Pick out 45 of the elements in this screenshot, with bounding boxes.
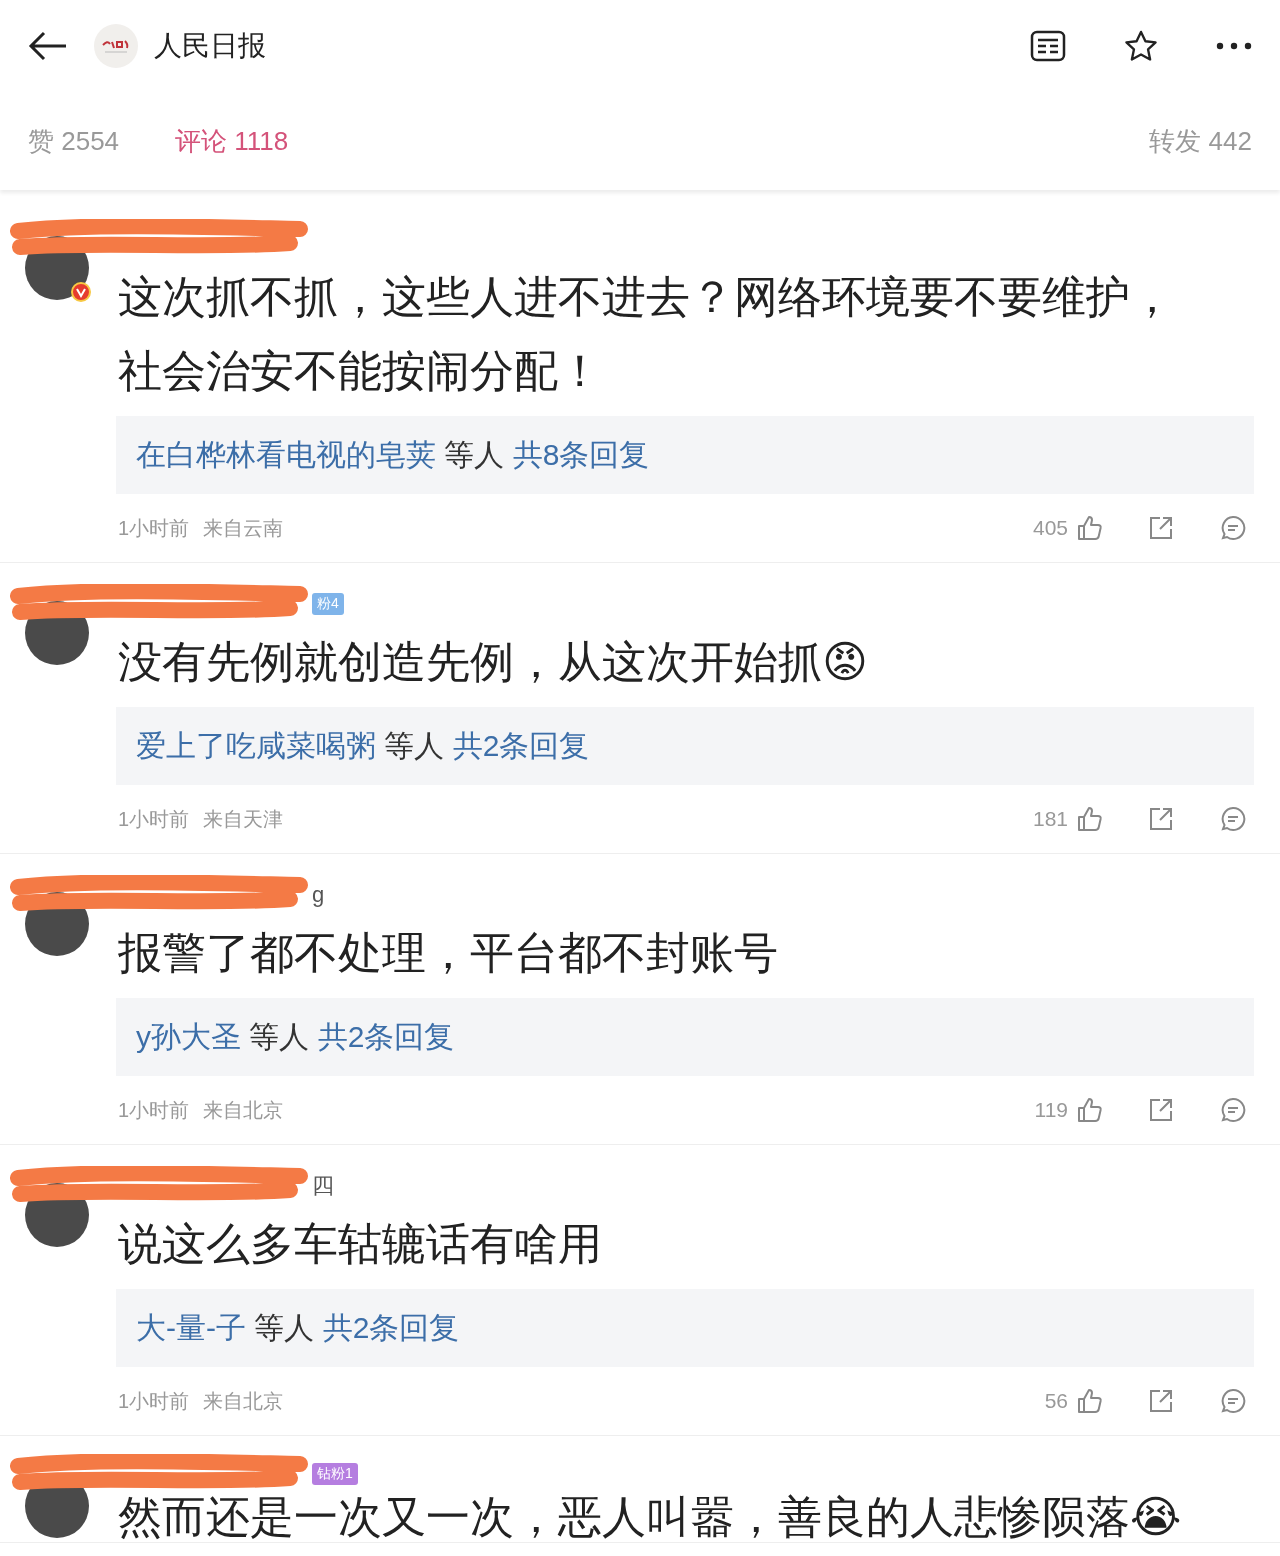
like-count: 181	[1032, 807, 1068, 831]
thumbs-up-icon[interactable]	[1076, 1388, 1102, 1414]
user-name: g	[312, 882, 325, 908]
article-icon[interactable]	[1030, 30, 1066, 62]
like-count: 405	[1032, 516, 1068, 540]
replies-link[interactable]: 爱上了吃咸菜喝粥 等人 共2条回复	[116, 707, 1254, 785]
thumbs-up-icon[interactable]	[1076, 515, 1102, 541]
user-name: 四	[312, 1172, 334, 1200]
share-icon[interactable]	[1148, 806, 1174, 832]
replies-link[interactable]: y孙大圣 等人 共2条回复	[116, 998, 1254, 1076]
comment-icon[interactable]	[1220, 1388, 1246, 1414]
like-count: 56	[1044, 1389, 1068, 1413]
comment-text: 然而还是一次又一次，恶人叫嚣，善良的人悲惨陨落😭	[118, 1492, 1183, 1542]
comment-icon[interactable]	[1220, 806, 1246, 832]
comment-text: 说这么多车轱辘话有啥用	[118, 1218, 603, 1270]
comment-text: 这次抓不抓，这些人进不进去？网络环境要不要维护，	[118, 271, 1175, 323]
comment-location: 来自北京	[203, 1097, 284, 1123]
star-icon[interactable]	[1123, 30, 1159, 62]
comment-time: 1小时前	[118, 1388, 190, 1414]
share-icon[interactable]	[1148, 515, 1174, 541]
comment-icon[interactable]	[1220, 515, 1246, 541]
tab[interactable]: 评论 1118	[175, 123, 289, 159]
fan-badge: 粉4	[312, 593, 344, 615]
comment-time: 1小时前	[118, 806, 190, 832]
share-icon[interactable]	[1148, 1097, 1174, 1123]
comment-time: 1小时前	[118, 515, 190, 541]
more-icon[interactable]	[1216, 42, 1252, 50]
replies-link[interactable]: 在白桦林看电视的皂荚 等人 共8条回复	[116, 416, 1254, 494]
share-icon[interactable]	[1148, 1388, 1174, 1414]
back-icon[interactable]	[28, 31, 68, 61]
comment-text: 没有先例就创造先例，从这次开始抓😡	[118, 636, 869, 688]
thumbs-up-icon[interactable]	[1076, 806, 1102, 832]
comment-location: 来自云南	[203, 515, 284, 541]
account-name: 人民日报	[154, 29, 266, 63]
logo-icon	[94, 24, 138, 68]
thumbs-up-icon[interactable]	[1076, 1097, 1102, 1123]
replies-link[interactable]: 大-量-子 等人 共2条回复	[116, 1289, 1254, 1367]
like-count: 119	[1034, 1098, 1068, 1122]
comment-time: 1小时前	[118, 1097, 190, 1123]
comment-text: 报警了都不处理，平台都不封账号	[118, 927, 779, 979]
comment-text: 社会治安不能按闹分配！	[118, 345, 603, 397]
comment-location: 来自北京	[203, 1388, 284, 1414]
comment-icon[interactable]	[1220, 1097, 1246, 1123]
comment-location: 来自天津	[203, 806, 284, 832]
fan-badge: 钻粉1	[312, 1463, 358, 1485]
